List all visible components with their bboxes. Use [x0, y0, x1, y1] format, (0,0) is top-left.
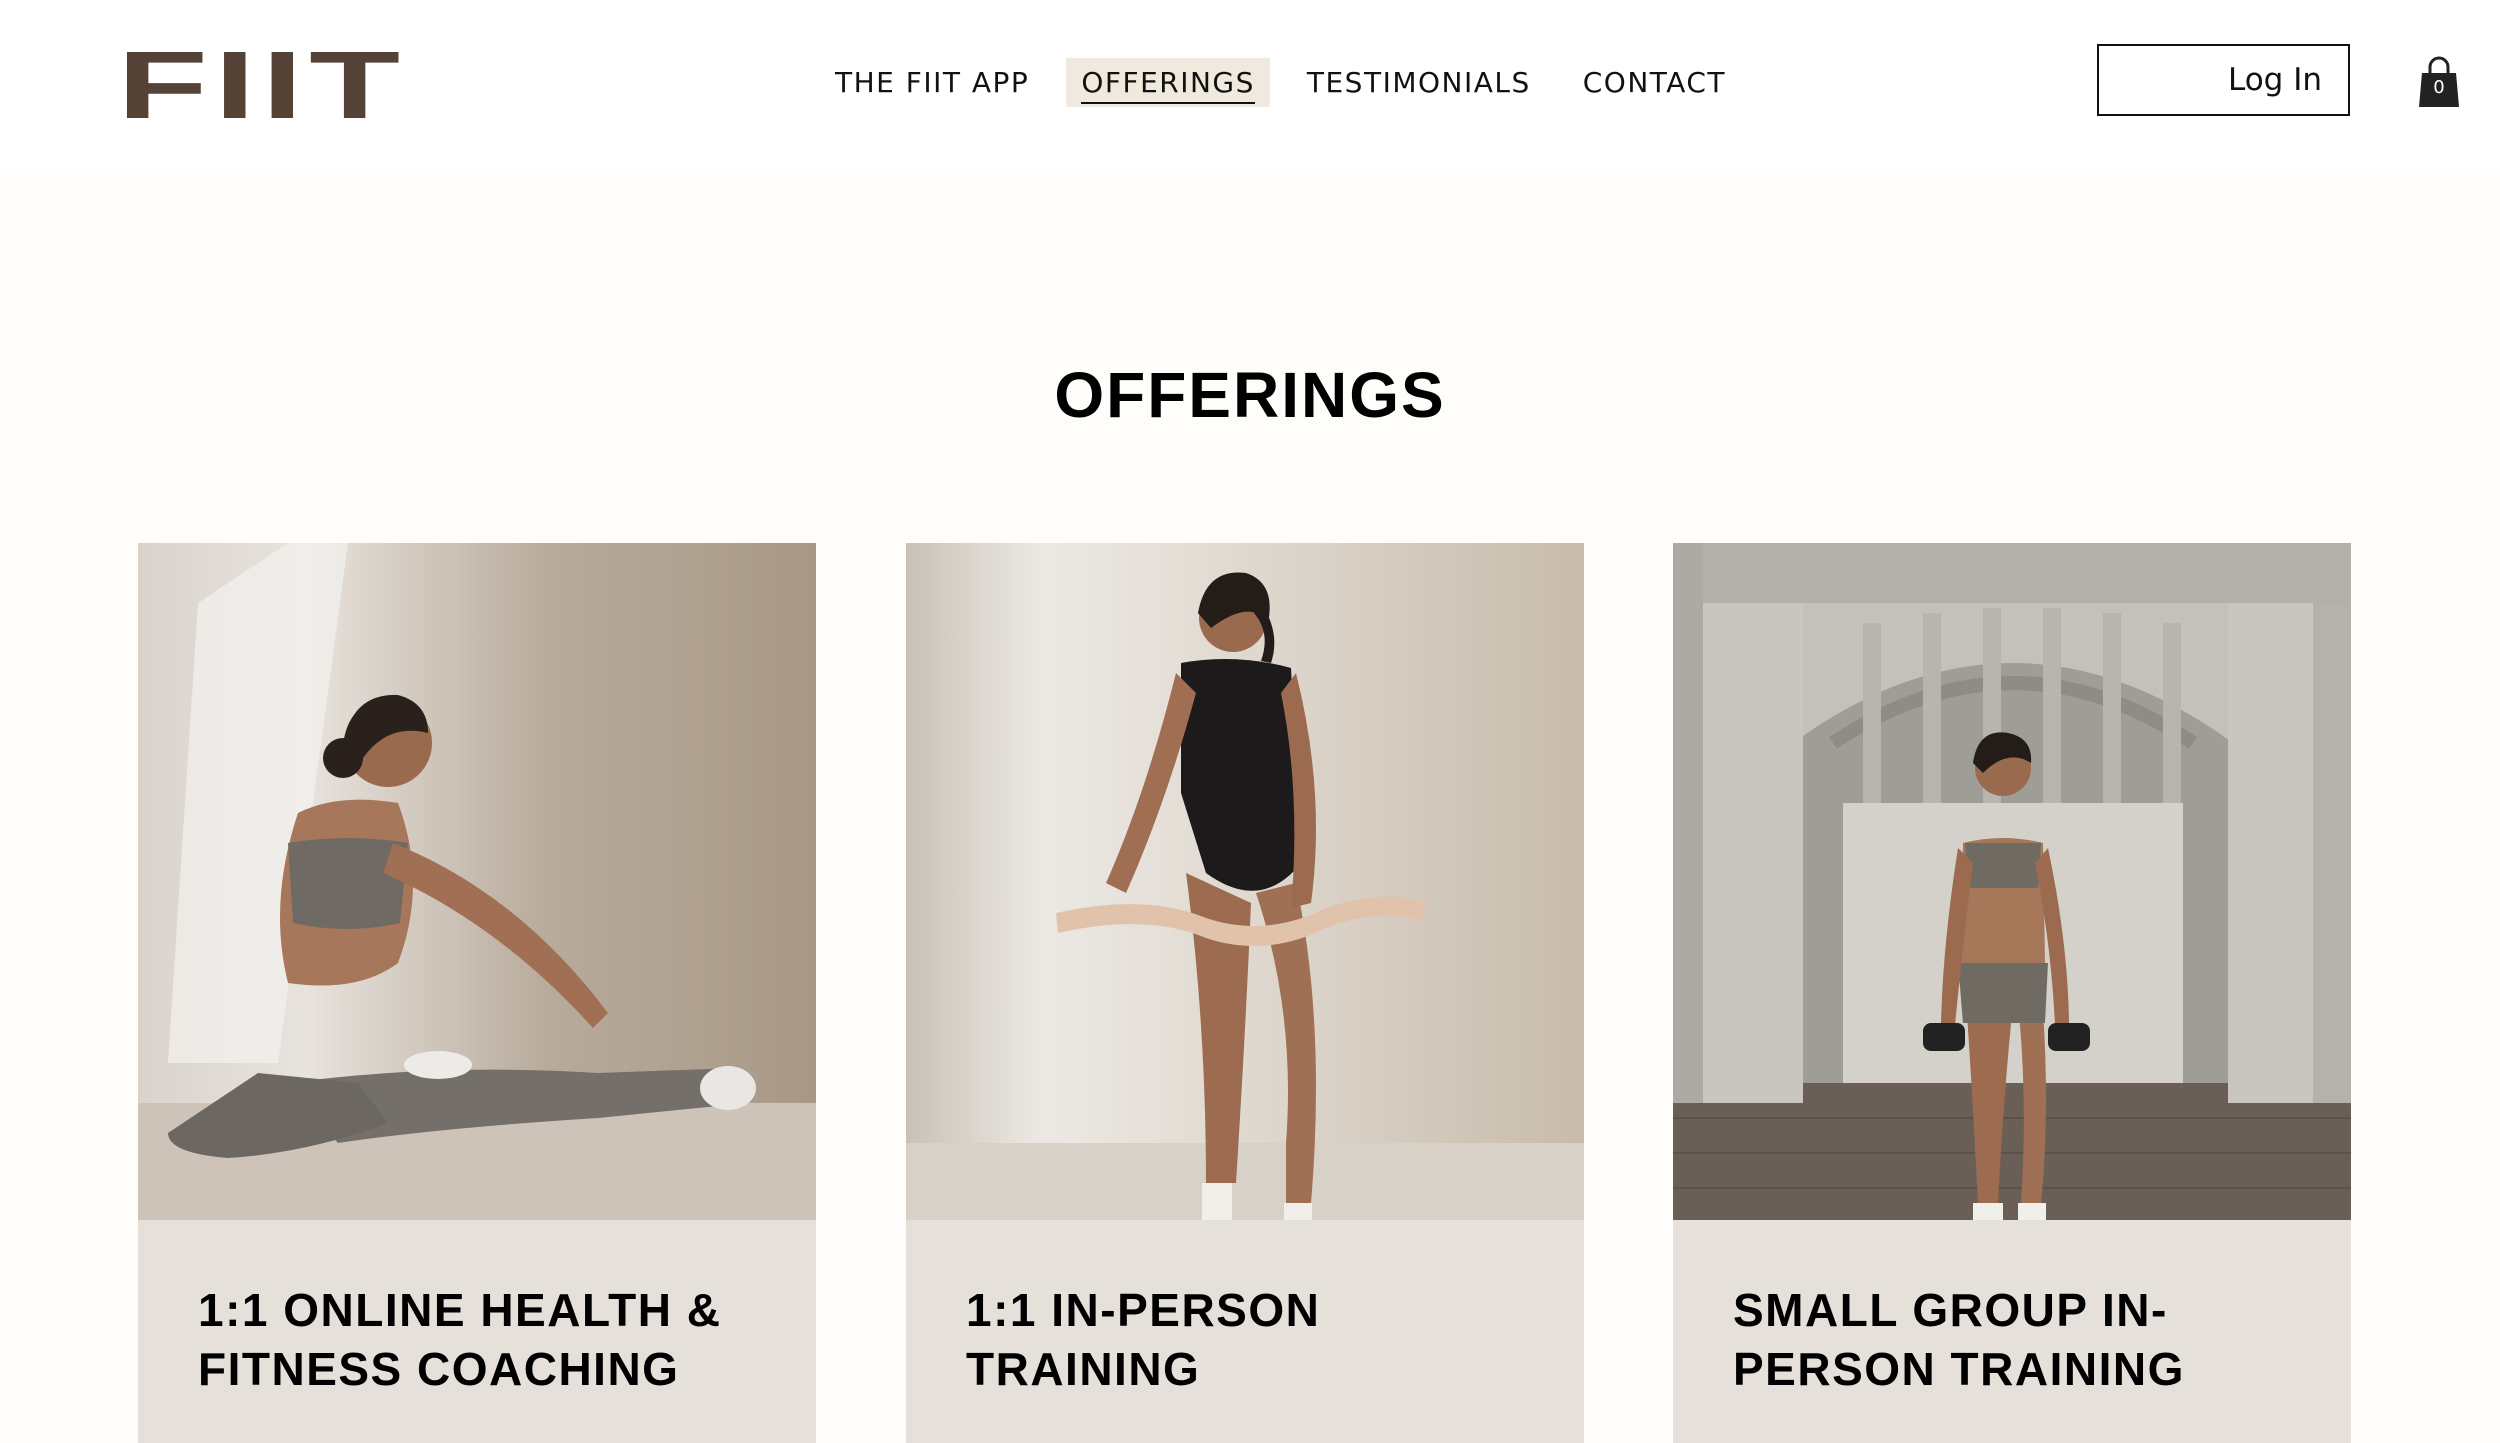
offering-title: 1:1 ONLINE HEALTH & FITNESS COACHING: [198, 1284, 722, 1395]
offering-card-in-person-training[interactable]: 1:1 IN-PERSON TRAINING: [906, 543, 1584, 1443]
login-label: Log In: [2227, 62, 2322, 98]
nav-item-contact[interactable]: CONTACT: [1568, 58, 1741, 107]
nav-item-offerings[interactable]: OFFERINGS: [1066, 58, 1270, 107]
page-title: OFFERINGS: [1054, 359, 1446, 431]
nav-item-testimonials[interactable]: TESTIMONIALS: [1292, 58, 1546, 107]
cart-count: 0: [2433, 77, 2445, 98]
main-nav: THE FIIT APP OFFERINGS TESTIMONIALS CONT…: [820, 58, 1763, 107]
site-header: FIIT THE FIIT APP OFFERINGS TESTIMONIALS…: [0, 0, 2500, 170]
offering-title: 1:1 IN-PERSON TRAINING: [966, 1284, 1321, 1395]
nav-item-the-fiit-app[interactable]: THE FIIT APP: [820, 58, 1044, 107]
offering-card-small-group-training[interactable]: SMALL GROUP IN-PERSON TRAINING: [1673, 543, 2351, 1443]
offering-photo: [1673, 543, 2351, 1220]
fiit-logo[interactable]: FIIT: [117, 38, 406, 134]
cart-button[interactable]: 0: [2417, 55, 2461, 109]
offering-photo: [138, 543, 816, 1220]
offering-photo: [906, 543, 1584, 1220]
offering-card-online-coaching[interactable]: 1:1 ONLINE HEALTH & FITNESS COACHING: [138, 543, 816, 1443]
login-button[interactable]: Log In: [2097, 44, 2350, 116]
offering-title: SMALL GROUP IN-PERSON TRAINING: [1733, 1284, 2185, 1395]
